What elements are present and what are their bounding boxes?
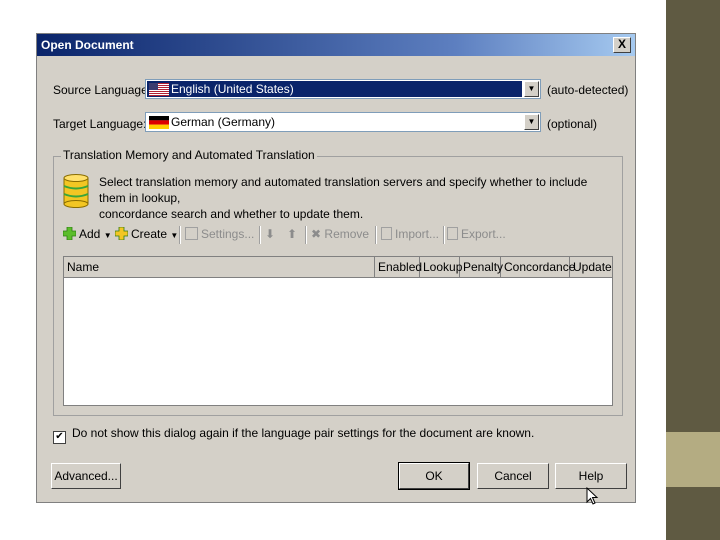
pencil-icon [185,227,198,240]
create-button[interactable]: Create ▼ [115,227,178,241]
settings-button[interactable]: Settings... [185,227,254,241]
target-language-label: Target Language: [53,117,147,131]
toolbar-separator [259,226,261,244]
dont-show-again-option[interactable]: ✔ Do not show this dialog again if the la… [53,426,534,444]
move-down-button[interactable]: ⬇ [265,227,275,241]
target-language-value: German (Germany) [147,114,522,130]
arrow-down-icon: ⬇ [265,227,276,241]
source-language-value: English (United States) [147,81,522,97]
chevron-down-icon[interactable]: ▼ [524,81,539,97]
table-header: Name Enabled Lookup Penalty Concordance … [64,257,612,278]
source-language-label: Source Language: [53,83,152,97]
dropdown-arrow-icon: ▼ [170,231,179,240]
add-button[interactable]: Add ▼ [63,227,112,241]
import-button[interactable]: Import... [381,227,439,241]
create-icon [115,227,128,240]
target-language-select[interactable]: German (Germany) ▼ [145,112,541,132]
dont-show-again-checkbox[interactable]: ✔ [53,431,66,444]
remove-button[interactable]: ✖ Remove [311,227,369,241]
close-button[interactable]: X [613,37,631,53]
target-language-note: (optional) [547,117,598,131]
column-header-update[interactable]: Update [570,257,612,277]
tm-list-table[interactable]: Name Enabled Lookup Penalty Concordance … [63,256,613,406]
move-up-button[interactable]: ⬆ [287,227,297,241]
background-stripe-dark-bottom [666,487,720,540]
export-button[interactable]: Export... [447,227,506,241]
database-icon [63,174,89,208]
dialog-title: Open Document [41,38,134,52]
export-icon [447,227,458,240]
background-stripe-light [666,432,720,487]
delete-x-icon: ✖ [311,227,322,241]
arrow-up-icon: ⬆ [287,227,298,241]
import-icon [381,227,392,240]
column-header-lookup[interactable]: Lookup [420,257,462,277]
plus-icon [63,227,76,240]
toolbar-separator [305,226,307,244]
mouse-pointer-icon [586,487,599,505]
group-description: Select translation memory and automated … [99,175,588,221]
us-flag-icon [149,83,169,96]
dropdown-arrow-icon: ▼ [103,231,112,240]
chevron-down-icon[interactable]: ▼ [524,114,539,130]
column-header-penalty[interactable]: Penalty [460,257,503,277]
column-header-enabled[interactable]: Enabled [375,257,422,277]
german-flag-icon [149,116,169,129]
title-bar: Open Document X [37,34,635,56]
background-stripe-dark [666,0,720,432]
group-title: Translation Memory and Automated Transla… [61,148,317,162]
tm-toolbar: Add ▼ Create ▼ Settings... ⬇ ⬆ ✖ Remove … [61,224,621,246]
toolbar-separator [179,226,181,244]
column-header-concordance[interactable]: Concordance [501,257,575,277]
source-language-note: (auto-detected) [547,83,629,97]
ok-button[interactable]: OK [398,462,470,490]
toolbar-separator [375,226,377,244]
advanced-button[interactable]: Advanced... [51,463,121,489]
help-button[interactable]: Help [555,463,627,489]
source-language-select[interactable]: English (United States) ▼ [145,79,541,99]
toolbar-separator [443,226,445,244]
column-header-name[interactable]: Name [64,257,375,277]
cancel-button[interactable]: Cancel [477,463,549,489]
open-document-dialog: Open Document X Source Language: English… [36,33,636,503]
